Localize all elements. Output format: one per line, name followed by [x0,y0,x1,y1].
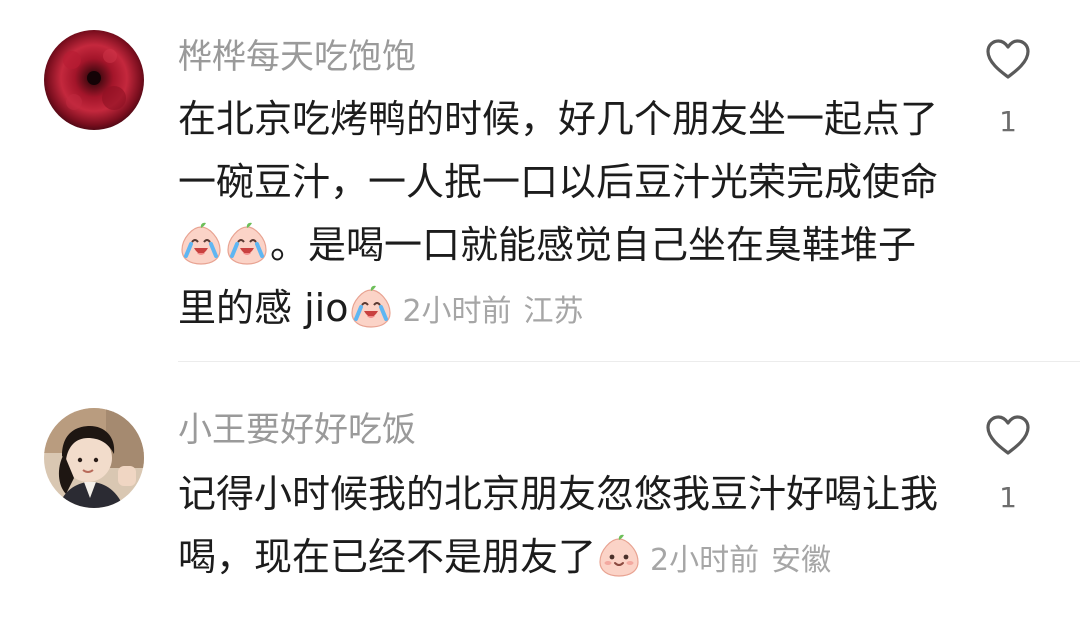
comment-location: 安徽 [771,543,832,578]
comment-text-segment: 在北京吃烤鸭的时候，好几个朋友坐一起点了一碗豆汁，一人抿一口以后豆汁光荣完成使命 [178,97,939,204]
like-count: 1 [999,481,1017,514]
username[interactable]: 小王要好好吃饭 [178,410,416,450]
comment-item: 桦桦每天吃饱饱 在北京吃烤鸭的时候，好几个朋友坐一起点了一碗豆汁，一人抿一口以后… [0,0,1080,362]
avatar[interactable] [44,408,144,508]
like-count: 1 [999,105,1017,138]
like-control[interactable]: 1 [975,414,1041,514]
comment-time: 2小时前 [650,543,760,578]
avatar[interactable] [44,30,144,130]
comment-text: 在北京吃烤鸭的时候，好几个朋友坐一起点了一碗豆汁，一人抿一口以后豆汁光荣完成使命… [178,88,948,343]
comment-meta: 2小时前 江苏 [402,294,595,329]
smiling-peach-emoji [597,534,641,578]
like-control[interactable]: 1 [975,38,1041,138]
crying-laughing-peach-emoji [349,285,393,329]
heart-icon[interactable] [985,38,1031,80]
comment-location: 江苏 [523,294,584,329]
username[interactable]: 桦桦每天吃饱饱 [178,37,416,77]
crying-laughing-peach-emoji [179,222,223,266]
heart-icon[interactable] [985,414,1031,456]
comment-time: 2小时前 [402,294,512,329]
comment-item: 小王要好好吃饭 记得小时候我的北京朋友忽悠我豆汁好喝让我喝，现在已经不是朋友了 2… [0,362,1080,626]
comment-meta: 2小时前 安徽 [650,543,843,578]
comment-text: 记得小时候我的北京朋友忽悠我豆汁好喝让我喝，现在已经不是朋友了 2小时前 安徽 [178,463,948,592]
crying-laughing-peach-emoji [225,222,269,266]
